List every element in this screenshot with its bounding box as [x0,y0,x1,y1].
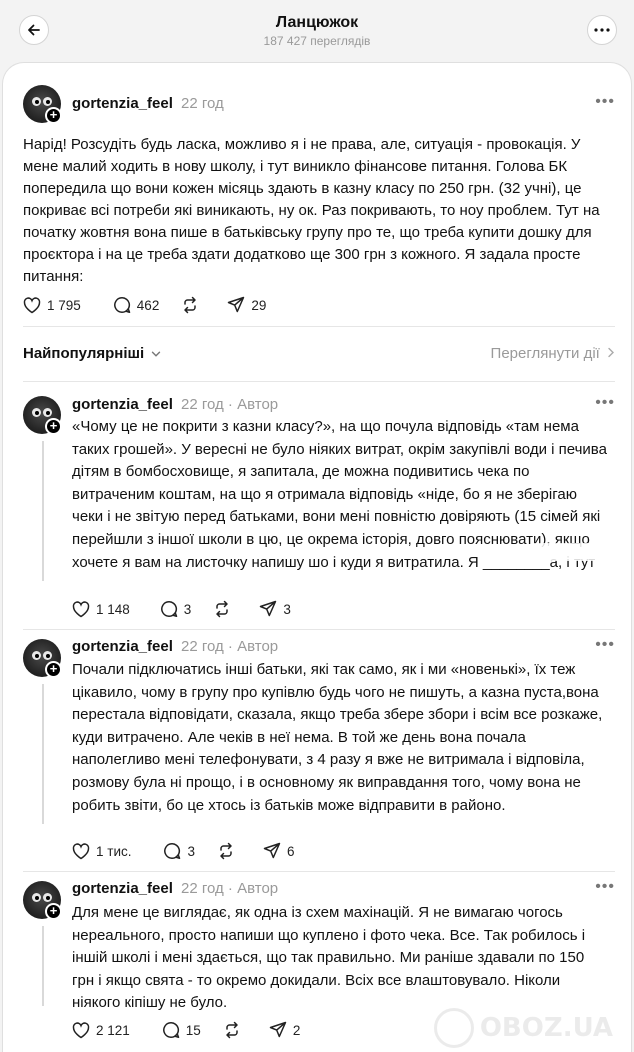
watermark-logo-icon [433,1008,474,1048]
comment-count: 462 [136,297,160,313]
follow-plus-icon[interactable]: + [45,661,62,678]
divider [23,629,615,630]
share-count: 6 [287,843,295,859]
reply-text: Для мене це виглядає, як одна із схем ма… [72,904,586,1012]
like-button[interactable]: 2 121 [72,1021,130,1039]
share-button[interactable]: 2 [269,1021,301,1039]
reply-actions: 2 121 15 2 [72,1021,322,1039]
comment-button[interactable]: 3 [160,600,192,618]
sort-dropdown[interactable]: Найпопулярніші [23,345,161,362]
divider [23,381,615,382]
avatar[interactable]: + [23,639,62,678]
post-username[interactable]: gortenzia_feel [72,95,173,112]
reply-actions: 1 148 3 3 [72,600,313,618]
repost-button[interactable] [223,1021,247,1039]
like-count: 2 121 [96,1022,130,1038]
comment-icon [113,297,131,314]
repost-button[interactable] [217,842,241,860]
share-button[interactable]: 3 [259,600,291,618]
reply-username[interactable]: gortenzia_feel [72,638,173,655]
thread-card: + gortenzia_feel 22 год ••• Нарід! Розсу… [2,62,632,1052]
share-count: 29 [251,297,267,313]
page-title: Ланцюжок [275,14,359,31]
share-count: 2 [292,1022,301,1038]
chevron-right-icon [608,347,614,358]
divider [23,326,615,327]
comment-icon [164,843,181,860]
post-options-button[interactable]: ••• [595,93,615,111]
comment-button[interactable]: 3 [163,842,195,860]
reply-text: Почали підключатись інші батьки, які так… [72,661,603,814]
reply-username[interactable]: gortenzia_feel [72,396,173,413]
follow-plus-icon[interactable]: + [45,107,62,124]
watermark: OBOZ.UA [433,1008,613,1048]
reply-username[interactable]: gortenzia_feel [72,880,173,897]
repost-button[interactable] [181,296,205,314]
like-count: 1 148 [96,601,130,617]
view-activity-link[interactable]: Переглянути дії [491,345,615,362]
heart-icon [72,600,90,617]
heart-icon [23,296,41,313]
reply-time: 22 год · Автор [181,396,279,413]
send-icon [269,1021,287,1038]
follow-plus-icon[interactable]: + [45,903,62,920]
reply-options-button[interactable]: ••• [595,394,615,412]
comment-icon [160,601,178,618]
send-icon [263,842,281,859]
heart-icon [72,1021,90,1038]
redacted-area [533,543,595,561]
sort-label: Найпопулярніші [23,345,145,362]
like-button[interactable]: 1 тис. [72,842,132,860]
avatar[interactable]: + [23,396,62,435]
share-button[interactable]: 29 [227,296,266,314]
more-icon [594,28,610,32]
post-actions: 1 795 462 29 [23,296,288,314]
comment-count: 3 [187,843,195,859]
repost-button[interactable] [213,600,237,618]
send-icon [228,296,245,313]
avatar[interactable]: + [23,881,62,920]
sort-row: Найпопулярніші Переглянути дії [23,345,615,367]
view-count: 187 427 переглядів [263,34,371,48]
top-bar: Ланцюжок 187 427 переглядів [0,0,634,62]
comment-count: 3 [183,601,192,617]
repost-icon [184,296,197,314]
share-count: 3 [283,601,291,617]
like-button[interactable]: 1 795 [23,296,81,314]
repost-icon [216,600,229,618]
thread-line [42,926,44,1006]
repost-icon [226,1021,238,1039]
like-button[interactable]: 1 148 [72,600,130,618]
post-text: Нарід! Розсудіть будь ласка, можливо я і… [23,136,600,285]
reply-text: «Чому це не покрити з казни класу?», на … [72,418,607,571]
comment-button[interactable]: 462 [113,296,160,314]
repost-icon [220,842,232,860]
view-activity-label: Переглянути дії [490,345,600,362]
divider [23,871,615,872]
reply-time: 22 год · Автор [181,880,279,897]
reply-options-button[interactable]: ••• [595,636,615,654]
send-icon [260,600,277,617]
follow-plus-icon[interactable]: + [45,418,62,435]
comment-count: 15 [185,1022,201,1038]
post-time: 22 год [181,95,224,112]
comment-button[interactable]: 15 [162,1021,201,1039]
reply-actions: 1 тис. 3 6 [72,842,317,860]
more-options-button[interactable] [587,15,617,45]
like-count: 1 тис. [96,843,132,859]
thread-line [42,684,44,824]
reply-time: 22 год · Автор [181,638,279,655]
share-button[interactable]: 6 [263,842,295,860]
heart-icon [72,842,90,859]
reply-options-button[interactable]: ••• [595,878,615,896]
thread-line [42,441,44,581]
comment-icon [162,1022,180,1039]
avatar[interactable]: + [23,85,62,124]
watermark-text: OBOZ.UA [479,1013,613,1043]
chevron-down-icon [152,351,161,357]
like-count: 1 795 [47,297,81,313]
